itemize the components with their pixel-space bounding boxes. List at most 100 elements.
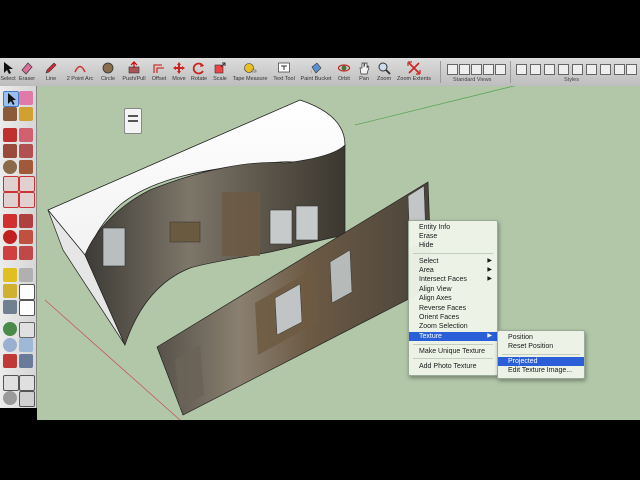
- menu-item-reverse-faces[interactable]: Reverse Faces: [409, 304, 497, 313]
- toolbar-arc-button[interactable]: 2 Point Arc: [64, 59, 96, 85]
- menu-item-label: Erase: [419, 233, 438, 240]
- polygon-tool-button[interactable]: [19, 160, 33, 174]
- menu-item-zoom-selection[interactable]: Zoom Selection: [409, 322, 497, 331]
- zoom-tool-button[interactable]: [3, 338, 17, 352]
- paint-bucket-tool-button[interactable]: [19, 107, 33, 121]
- shaded-textures-style-icon[interactable]: [586, 64, 597, 75]
- submenu-arrow-icon: ▶: [487, 276, 492, 282]
- toolbar-paint-bucket-button[interactable]: Paint Bucket: [298, 59, 334, 85]
- toolbar-zoom-extents-button[interactable]: Zoom Extents: [394, 59, 434, 85]
- menu-item-align-view[interactable]: Align View: [409, 285, 497, 294]
- menu-item-entity-info[interactable]: Entity Info: [409, 223, 497, 232]
- pan-tool-button[interactable]: [19, 322, 35, 338]
- position-camera-button[interactable]: [3, 375, 19, 391]
- style-extra-icon[interactable]: [626, 64, 637, 75]
- front-view-icon[interactable]: [471, 64, 482, 75]
- look-around-button[interactable]: [3, 391, 17, 405]
- two-point-arc-button[interactable]: [19, 176, 35, 192]
- menu-separator: [413, 253, 493, 254]
- menu-item-make-unique-texture[interactable]: Make Unique Texture: [409, 347, 497, 356]
- tool-palette: [0, 86, 37, 408]
- follow-me-tool-button[interactable]: [19, 230, 33, 244]
- protractor-tool-button[interactable]: [3, 284, 17, 298]
- menu-item-label: Position: [508, 334, 533, 341]
- toolbar-pan-button[interactable]: Pan: [356, 59, 372, 85]
- section-plane-button[interactable]: [19, 391, 35, 407]
- toolbar-eraser-button[interactable]: Eraser: [17, 59, 37, 85]
- menu-item-orient-faces[interactable]: Orient Faces: [409, 313, 497, 322]
- style-extra-icon[interactable]: [614, 64, 625, 75]
- dimension-tool-button[interactable]: [19, 268, 33, 282]
- move-tool-button[interactable]: [3, 214, 17, 228]
- toolbar-orbit-button[interactable]: Orbit: [335, 59, 353, 85]
- pushpull-tool-button[interactable]: [19, 214, 33, 228]
- text-tool-button[interactable]: [19, 284, 35, 300]
- menu-item-hide[interactable]: Hide: [409, 241, 497, 250]
- rotate-tool-button[interactable]: [3, 230, 17, 244]
- pushpull-icon: [128, 61, 140, 74]
- top-view-icon[interactable]: [459, 64, 470, 75]
- toolbar-line-button[interactable]: Line: [41, 59, 61, 85]
- axes-tool-button[interactable]: [3, 300, 17, 314]
- menu-item-label: Add Photo Texture: [419, 363, 477, 370]
- right-view-icon[interactable]: [483, 64, 494, 75]
- toolbar-scale-button[interactable]: Scale: [210, 59, 230, 85]
- submenu-item-projected[interactable]: Projected: [498, 357, 584, 366]
- three-point-arc-button[interactable]: [3, 192, 19, 208]
- toolbar-offset-button[interactable]: Offset: [149, 59, 169, 85]
- line-tool-button[interactable]: [3, 128, 17, 142]
- menu-item-label: Reverse Faces: [419, 305, 467, 312]
- scene-tab-icon[interactable]: [124, 108, 142, 134]
- back-edges-style-icon[interactable]: [530, 64, 541, 75]
- freehand-tool-button[interactable]: [19, 128, 33, 142]
- hidden-line-style-icon[interactable]: [558, 64, 569, 75]
- monochrome-style-icon[interactable]: [600, 64, 611, 75]
- previous-view-button[interactable]: [19, 354, 33, 368]
- arc-tool-button[interactable]: [3, 176, 19, 192]
- toolbar-circle-label: Circle: [100, 76, 116, 82]
- tape-measure-tool-button[interactable]: [3, 268, 17, 282]
- select-tool-button[interactable]: [3, 91, 19, 107]
- wireframe-style-icon[interactable]: [544, 64, 555, 75]
- toolbar-tape-measure-label: Tape Measure: [232, 76, 268, 82]
- iso-view-icon[interactable]: [447, 64, 458, 75]
- toolbar-rotate-button[interactable]: Rotate: [189, 59, 209, 85]
- toolbar-select-button[interactable]: Select: [0, 59, 16, 85]
- menu-item-label: Make Unique Texture: [419, 348, 486, 355]
- circle-tool-button[interactable]: [3, 160, 17, 174]
- 3d-text-tool-button[interactable]: [19, 300, 35, 316]
- shaded-style-icon[interactable]: [572, 64, 583, 75]
- menu-item-align-axes[interactable]: Align Axes: [409, 294, 497, 303]
- walk-tool-button[interactable]: [19, 375, 35, 391]
- submenu-item-edit-texture-image[interactable]: Edit Texture Image...: [498, 366, 584, 375]
- make-component-button[interactable]: [3, 107, 17, 121]
- zoom-extents-tool-button[interactable]: [3, 354, 17, 368]
- menu-item-add-photo-texture[interactable]: Add Photo Texture: [409, 362, 497, 371]
- menu-item-label: Edit Texture Image...: [508, 367, 573, 374]
- menu-item-texture[interactable]: Texture ▶: [409, 332, 497, 341]
- back-view-icon[interactable]: [495, 64, 506, 75]
- toolbar-circle-button[interactable]: Circle: [98, 59, 118, 85]
- zoom-window-tool-button[interactable]: [19, 338, 33, 352]
- menu-item-erase[interactable]: Erase: [409, 232, 497, 241]
- submenu-item-reset-position[interactable]: Reset Position: [498, 342, 584, 351]
- eraser-tool-button[interactable]: [19, 91, 33, 105]
- rectangle-tool-button[interactable]: [3, 144, 17, 158]
- orbit-tool-button[interactable]: [3, 322, 17, 336]
- toolbar-pushpull-button[interactable]: Push/Pull: [121, 59, 147, 85]
- scale-tool-button[interactable]: [3, 246, 17, 260]
- window-image: [269, 209, 293, 245]
- rotate-icon: [192, 62, 204, 75]
- menu-item-intersect-faces[interactable]: Intersect Faces ▶: [409, 275, 497, 284]
- submenu-item-position[interactable]: Position: [498, 333, 584, 342]
- rotated-rectangle-button[interactable]: [19, 144, 33, 158]
- menu-item-area[interactable]: Area ▶: [409, 266, 497, 275]
- toolbar-tape-measure-button[interactable]: Tape Measure: [231, 59, 269, 85]
- offset-tool-button[interactable]: [19, 246, 33, 260]
- pie-tool-button[interactable]: [19, 192, 35, 208]
- toolbar-move-button[interactable]: Move: [170, 59, 188, 85]
- menu-item-select[interactable]: Select ▶: [409, 257, 497, 266]
- xray-style-icon[interactable]: [516, 64, 527, 75]
- toolbar-text-tool-button[interactable]: Text Tool: [270, 59, 298, 85]
- toolbar-zoom-button[interactable]: Zoom: [374, 59, 394, 85]
